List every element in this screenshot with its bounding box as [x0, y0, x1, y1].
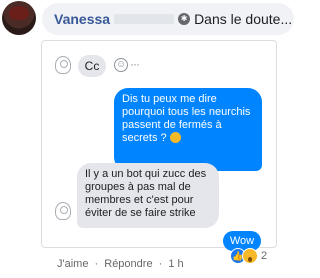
contact-avatar-icon — [55, 202, 71, 220]
like-link[interactable]: J'aime — [57, 258, 88, 270]
comment-header: Vanessa ✱ Dans le doute... — [42, 3, 294, 35]
reply-link[interactable]: Répondre — [104, 258, 152, 270]
comment-actions: J'aime · Répondre · 1 h — [57, 258, 184, 270]
reaction-summary[interactable]: 👍 2 — [230, 248, 267, 264]
separator: · — [94, 258, 99, 270]
smile-icon: ☺ — [114, 58, 128, 72]
redacted-name — [114, 14, 175, 24]
surprised-emoji-icon — [169, 132, 181, 143]
separator: · — [158, 258, 163, 270]
message-bubble-incoming: Il y a un bot qui zucc des groupes à pas… — [77, 163, 219, 228]
badge-icon: ✱ — [178, 13, 191, 25]
commenter-avatar[interactable] — [2, 1, 36, 35]
contact-avatar-icon — [55, 56, 71, 74]
more-icon: ··· — [130, 57, 140, 71]
message-bubble-incoming: Cc — [78, 55, 106, 77]
comment-text: Dans le doute... — [194, 11, 293, 27]
wow-icon — [242, 248, 258, 264]
timestamp[interactable]: 1 h — [168, 258, 183, 270]
reaction-count: 2 — [261, 250, 268, 262]
outgoing-message-text: Dis tu peux me dire pourquoi tous les ne… — [122, 93, 251, 144]
message-bubble-outgoing: Dis tu peux me dire pourquoi tous les ne… — [114, 88, 262, 171]
comment-author[interactable]: Vanessa — [54, 11, 110, 27]
